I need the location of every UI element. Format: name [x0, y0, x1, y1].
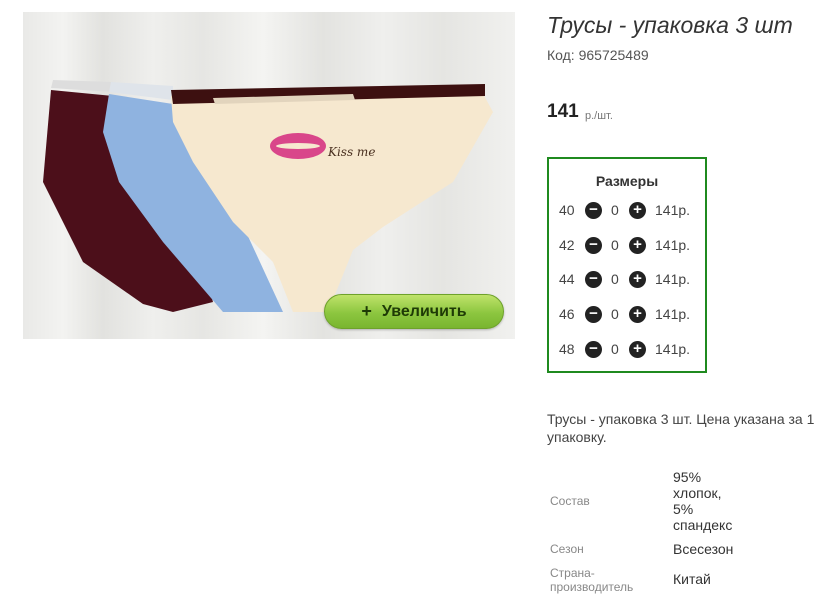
- size-label: 40: [559, 202, 575, 218]
- product-description: Трусы - упаковка 3 шт. Цена указана за 1…: [547, 411, 815, 445]
- product-price: 141: [547, 101, 579, 122]
- print-text: Kiss me: [327, 145, 375, 159]
- minus-icon[interactable]: −: [585, 340, 602, 358]
- property-label-line: производитель: [550, 580, 634, 594]
- property-value-line: 5%: [673, 501, 694, 517]
- plus-icon[interactable]: +: [629, 340, 646, 358]
- plus-icon[interactable]: +: [629, 270, 646, 288]
- plus-icon: +: [361, 301, 372, 321]
- size-label: 44: [559, 271, 575, 287]
- property-value-line: 95%: [673, 469, 702, 485]
- product-title: Трусы - упаковка 3 шт: [547, 12, 793, 38]
- property-label: Страна- производитель: [550, 566, 633, 594]
- minus-icon[interactable]: −: [585, 270, 602, 288]
- plus-icon[interactable]: +: [629, 305, 646, 323]
- quantity-value: 0: [611, 306, 619, 322]
- size-row: 46 − 0 + 141р.: [549, 304, 705, 324]
- size-label: 42: [559, 237, 575, 253]
- size-row: 40 − 0 + 141р.: [549, 200, 705, 220]
- minus-icon[interactable]: −: [585, 236, 602, 254]
- zoom-button[interactable]: + Увеличить: [324, 294, 504, 329]
- quantity-value: 0: [611, 202, 619, 218]
- sizes-panel: Размеры 40 − 0 + 141р. 42 − 0 + 141р. 44…: [547, 157, 707, 373]
- sizes-title: Размеры: [595, 173, 659, 189]
- property-value: 95% хлопок, 5% спандекс: [673, 469, 732, 533]
- size-row: 48 − 0 + 141р.: [549, 339, 705, 359]
- size-row: 44 − 0 + 141р.: [549, 269, 705, 289]
- quantity-value: 0: [611, 341, 619, 357]
- property-label: Сезон: [550, 542, 584, 556]
- property-label: Состав: [550, 494, 590, 508]
- property-value-line: хлопок,: [673, 485, 722, 501]
- property-label-line: Страна-: [550, 566, 595, 580]
- size-row: 42 − 0 + 141р.: [549, 235, 705, 255]
- product-code: Код: 965725489: [547, 47, 649, 63]
- size-label: 46: [559, 306, 575, 322]
- size-price: 141р.: [655, 202, 691, 218]
- property-value: Китай: [673, 571, 711, 587]
- product-image[interactable]: Kiss me + Увеличить: [23, 12, 515, 339]
- quantity-value: 0: [611, 237, 619, 253]
- plus-icon[interactable]: +: [629, 201, 646, 219]
- property-value-line: спандекс: [673, 517, 733, 533]
- size-price: 141р.: [655, 237, 691, 253]
- size-price: 141р.: [655, 341, 691, 357]
- minus-icon[interactable]: −: [585, 201, 602, 219]
- quantity-value: 0: [611, 271, 619, 287]
- price-unit: р./шт.: [585, 110, 613, 122]
- product-image-illustration: Kiss me: [43, 80, 493, 312]
- plus-icon[interactable]: +: [629, 236, 646, 254]
- size-label: 48: [559, 341, 575, 357]
- size-price: 141р.: [655, 271, 691, 287]
- minus-icon[interactable]: −: [585, 305, 602, 323]
- size-price: 141р.: [655, 306, 691, 322]
- zoom-button-label: Увеличить: [381, 302, 467, 320]
- property-value: Всесезон: [673, 541, 734, 557]
